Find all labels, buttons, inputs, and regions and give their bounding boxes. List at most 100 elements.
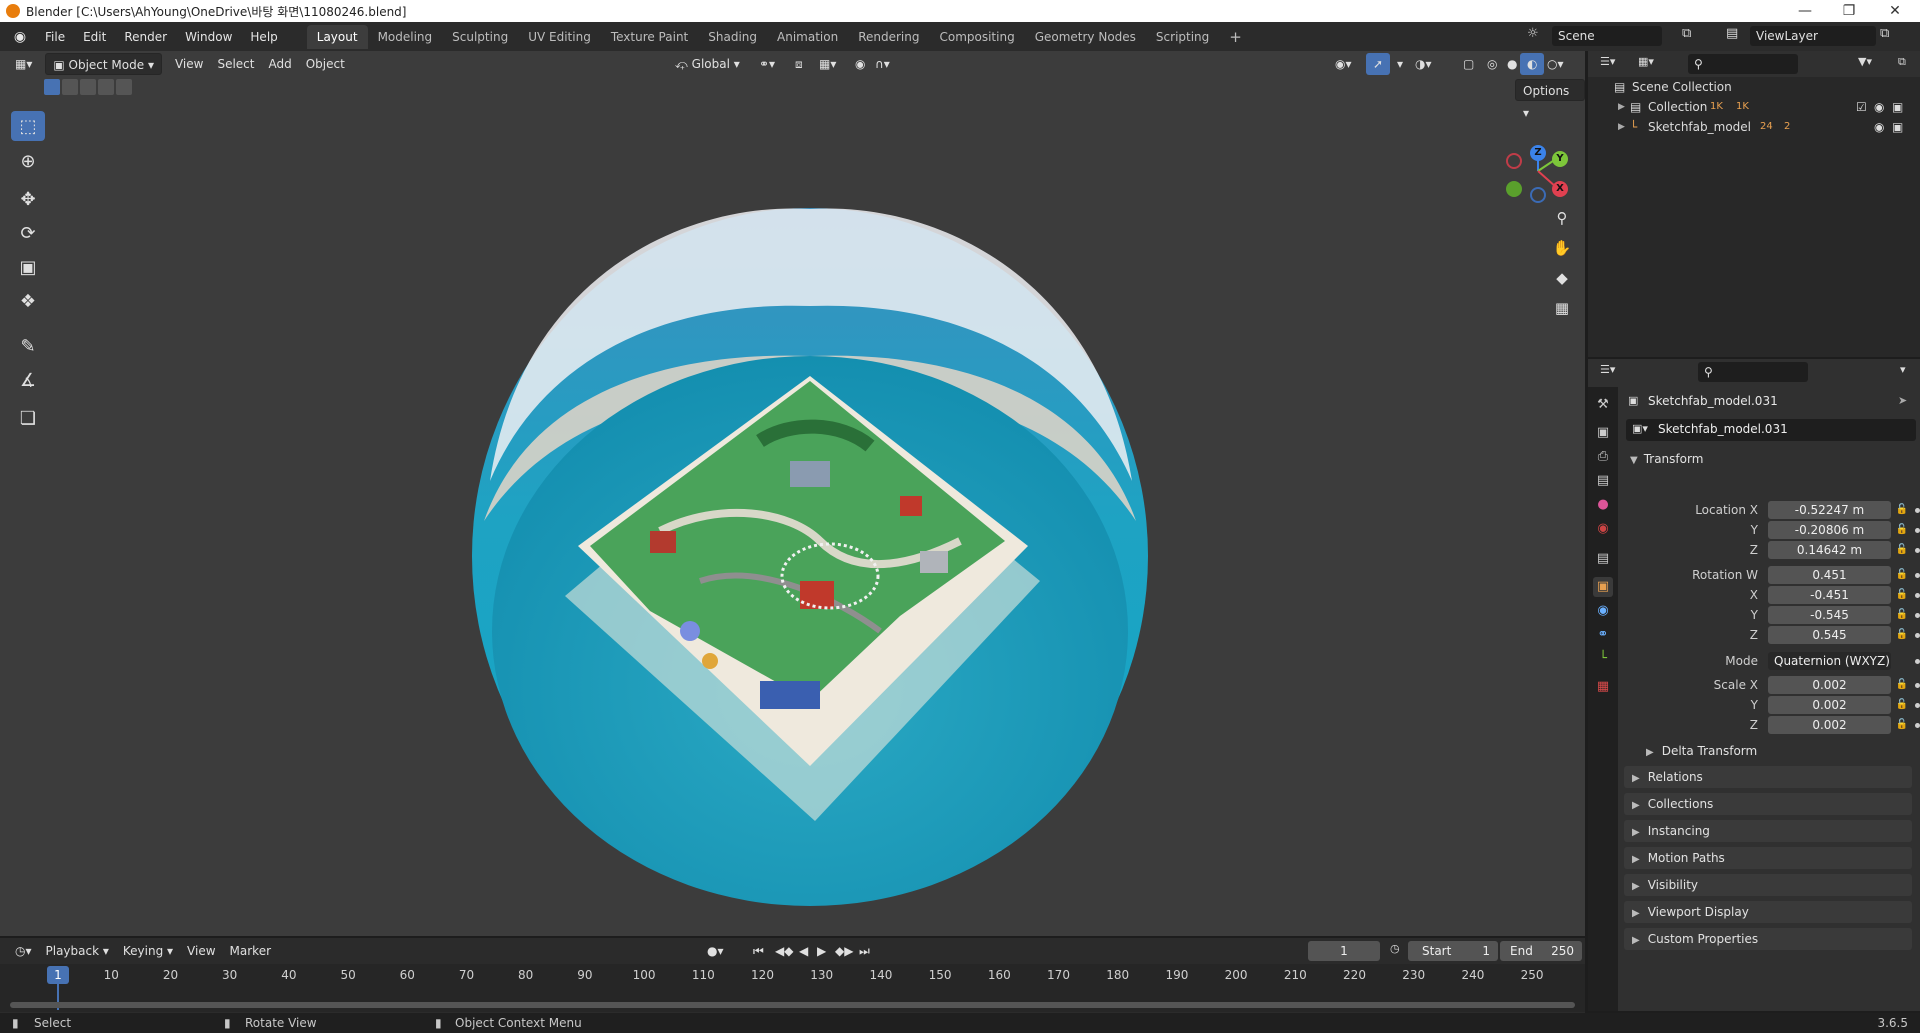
keyframe-dot[interactable] xyxy=(1915,633,1920,638)
workspace-tab-shading[interactable]: Shading xyxy=(698,25,767,49)
transform-panel-header[interactable]: ▼ Transform xyxy=(1622,447,1914,471)
outliner-row-sketchfab-model[interactable]: ▶ └ Sketchfab_model 24 2 ◉ ▣ xyxy=(1588,117,1920,137)
workspace-tab-sculpting[interactable]: Sculpting xyxy=(442,25,518,49)
menu-keying[interactable]: Keying ▾ xyxy=(116,940,180,962)
new-scene-icon[interactable]: ⧉ xyxy=(1682,26,1691,41)
keyframe-dot[interactable] xyxy=(1915,723,1920,728)
constraints-tab-icon[interactable]: ⚭ xyxy=(1593,625,1613,645)
select-intersect-icon[interactable] xyxy=(116,79,132,95)
workspace-tab-layout[interactable]: Layout xyxy=(306,24,368,49)
render-tab-icon[interactable]: ▣ xyxy=(1593,423,1613,443)
instancing-panel[interactable]: ▶ Instancing xyxy=(1624,820,1912,842)
zoom-icon[interactable]: ⚲ xyxy=(1549,205,1575,231)
select-subtract-icon[interactable] xyxy=(80,79,96,95)
shading-rendered-icon[interactable]: ○▾ xyxy=(1540,53,1571,75)
select-extend-icon[interactable] xyxy=(62,79,78,95)
lock-icon[interactable]: 🔓 xyxy=(1895,716,1909,734)
workspace-tab-texture-paint[interactable]: Texture Paint xyxy=(601,25,698,49)
new-view-layer-icon[interactable]: ⧉ xyxy=(1880,26,1889,41)
object-datablock-field[interactable]: ▣▾ Sketchfab_model.031 xyxy=(1626,419,1916,441)
workspace-tab-animation[interactable]: Animation xyxy=(767,25,848,49)
lock-icon[interactable]: 🔓 xyxy=(1895,676,1909,694)
keyframe-dot[interactable] xyxy=(1915,613,1920,618)
menu-window[interactable]: Window xyxy=(176,26,241,48)
auto-keying-icon[interactable]: ●▾ xyxy=(700,940,731,962)
pan-hand-icon[interactable]: ✋ xyxy=(1549,235,1575,261)
navigation-gizmo[interactable]: Z Y X xyxy=(1500,143,1580,203)
measure-tool-icon[interactable]: ∡ xyxy=(11,365,45,395)
object-tab-icon[interactable]: ▣ xyxy=(1593,577,1613,597)
select-invert-icon[interactable] xyxy=(98,79,114,95)
lock-icon[interactable]: 🔓 xyxy=(1895,521,1909,539)
axis-neg-x-icon[interactable] xyxy=(1506,153,1522,169)
menu-add[interactable]: Add xyxy=(261,53,298,75)
end-frame-field[interactable]: End 250 xyxy=(1500,941,1582,961)
collection-tab-icon[interactable]: ▤ xyxy=(1593,549,1613,569)
menu-object[interactable]: Object xyxy=(299,53,352,75)
properties-search-input[interactable]: ⚲ xyxy=(1698,362,1808,382)
keyframe-dot[interactable] xyxy=(1915,703,1920,708)
axis-neg-z-icon[interactable] xyxy=(1530,187,1546,203)
outliner-editor-icon[interactable]: ☰▾ xyxy=(1600,55,1615,68)
menu-select[interactable]: Select xyxy=(210,53,261,75)
lock-icon[interactable]: 🔓 xyxy=(1895,626,1909,644)
annotate-tool-icon[interactable]: ✎ xyxy=(11,331,45,361)
display-mode-icon[interactable]: ▦▾ xyxy=(1638,55,1654,68)
lock-icon[interactable]: 🔓 xyxy=(1895,541,1909,559)
axis-z-icon[interactable]: Z xyxy=(1530,145,1546,161)
editor-type-icon[interactable]: ▦▾ xyxy=(8,53,39,75)
keyframe-dot[interactable] xyxy=(1915,683,1920,688)
location-x-field[interactable]: -0.52247 m xyxy=(1768,501,1891,519)
options-dropdown[interactable]: Options ▾ xyxy=(1515,79,1585,120)
overlay-icon[interactable]: ◑▾ xyxy=(1408,53,1439,75)
lock-icon[interactable]: 🔓 xyxy=(1895,566,1909,584)
blender-menu-icon[interactable]: ◉ xyxy=(10,27,30,47)
timeline-editor-icon[interactable]: ◷▾ xyxy=(8,940,39,962)
current-frame-field[interactable]: 1 xyxy=(1308,941,1380,961)
close-button[interactable]: ✕ xyxy=(1872,0,1918,22)
scale-tool-icon[interactable]: ▣ xyxy=(11,252,45,282)
xray-icon[interactable]: ▢ xyxy=(1456,53,1481,75)
gizmo-toggle-icon[interactable]: ➚ xyxy=(1366,53,1391,75)
menu-marker[interactable]: Marker xyxy=(223,940,278,962)
render-camera-icon[interactable]: ▣ xyxy=(1892,117,1903,137)
custom-properties-panel[interactable]: ▶ Custom Properties xyxy=(1624,928,1912,950)
outliner-search-input[interactable]: ⚲ xyxy=(1688,54,1798,74)
rotation-x-field[interactable]: -0.451 xyxy=(1768,586,1891,604)
scene-icon[interactable]: ☼ xyxy=(1527,26,1539,41)
select-new-icon[interactable] xyxy=(44,79,60,95)
properties-editor-icon[interactable]: ☰▾ xyxy=(1600,363,1615,376)
texture-tab-icon[interactable]: ▦ xyxy=(1593,677,1613,697)
snap-target-icon[interactable]: ▦▾ xyxy=(812,53,843,75)
delta-transform-subpanel[interactable]: ▶ Delta Transform xyxy=(1646,740,1757,762)
workspace-tab-rendering[interactable]: Rendering xyxy=(848,25,929,49)
mode-dropdown[interactable]: ▣ Object Mode ▾ xyxy=(45,53,162,75)
menu-render[interactable]: Render xyxy=(115,26,176,48)
location-z-field[interactable]: 0.14642 m xyxy=(1768,541,1891,559)
outliner-scene-collection[interactable]: ▤ Scene Collection xyxy=(1588,77,1920,97)
snap-icon[interactable]: ⧈ xyxy=(788,53,810,75)
pivot-point-icon[interactable]: ⚭▾ xyxy=(752,53,782,75)
visibility-eye-icon[interactable]: ◉ xyxy=(1874,117,1884,137)
tool-tab-icon[interactable]: ⚒ xyxy=(1593,395,1613,415)
scene-tab-icon[interactable]: ● xyxy=(1593,495,1613,515)
scene-name-field[interactable]: Scene xyxy=(1552,26,1662,46)
cursor-tool-icon[interactable]: ⊕ xyxy=(11,146,45,176)
add-cube-tool-icon[interactable]: ❏ xyxy=(11,403,45,433)
preview-range-icon[interactable]: ◷ xyxy=(1390,942,1400,955)
start-frame-field[interactable]: Start 1 xyxy=(1408,941,1498,961)
add-workspace-icon[interactable]: + xyxy=(1219,25,1252,49)
physics-tab-icon[interactable]: ◉ xyxy=(1593,601,1613,621)
lock-icon[interactable]: 🔓 xyxy=(1895,586,1909,604)
workspace-tab-uv-editing[interactable]: UV Editing xyxy=(518,25,601,49)
keyframe-dot[interactable] xyxy=(1915,508,1920,513)
select-box-tool-icon[interactable]: ⬚ xyxy=(11,111,45,141)
output-tab-icon[interactable]: ⎙ xyxy=(1593,447,1613,467)
rotate-tool-icon[interactable]: ⟳ xyxy=(11,218,45,248)
3d-viewport[interactable]: ▦▾ ▣ Object Mode ▾ View Select Add Objec… xyxy=(0,51,1585,936)
keyframe-dot[interactable] xyxy=(1915,548,1920,553)
menu-file[interactable]: File xyxy=(36,26,74,48)
visibility-eye-icon[interactable]: ◉ xyxy=(1874,97,1884,117)
menu-view[interactable]: View xyxy=(168,53,210,75)
move-tool-icon[interactable]: ✥ xyxy=(11,184,45,214)
